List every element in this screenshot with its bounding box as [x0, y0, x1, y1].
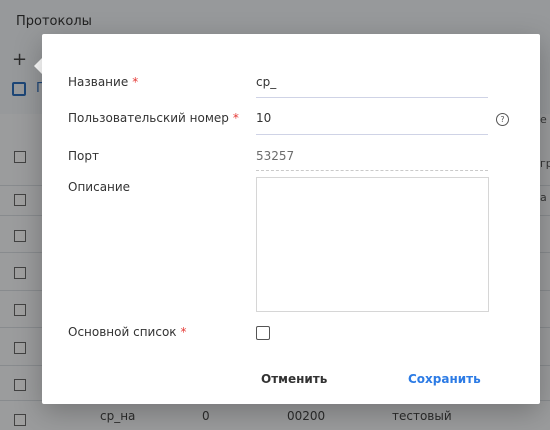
port-label: Порт: [68, 149, 99, 163]
user-number-input-underline[interactable]: [256, 134, 488, 135]
description-textarea[interactable]: [256, 177, 489, 312]
help-icon[interactable]: ?: [496, 113, 509, 126]
port-underline: [256, 170, 488, 171]
main-list-checkbox[interactable]: [256, 326, 270, 340]
save-button[interactable]: Сохранить: [408, 372, 481, 386]
cancel-button[interactable]: Отменить: [261, 372, 327, 386]
name-input-underline[interactable]: [256, 97, 488, 98]
port-value: 53257: [256, 149, 295, 163]
main-list-label: Основной список *: [68, 325, 187, 339]
protocol-edit-modal: Название * cp_ Пользовательский номер * 10…: [42, 34, 540, 404]
name-label: Название *: [68, 75, 139, 89]
name-input-value[interactable]: cp_: [256, 75, 276, 89]
modal-pointer: [34, 58, 42, 74]
user-number-input-value[interactable]: 10: [256, 111, 271, 125]
user-number-label: Пользовательский номер *: [68, 111, 239, 125]
description-label: Описание: [68, 180, 131, 194]
